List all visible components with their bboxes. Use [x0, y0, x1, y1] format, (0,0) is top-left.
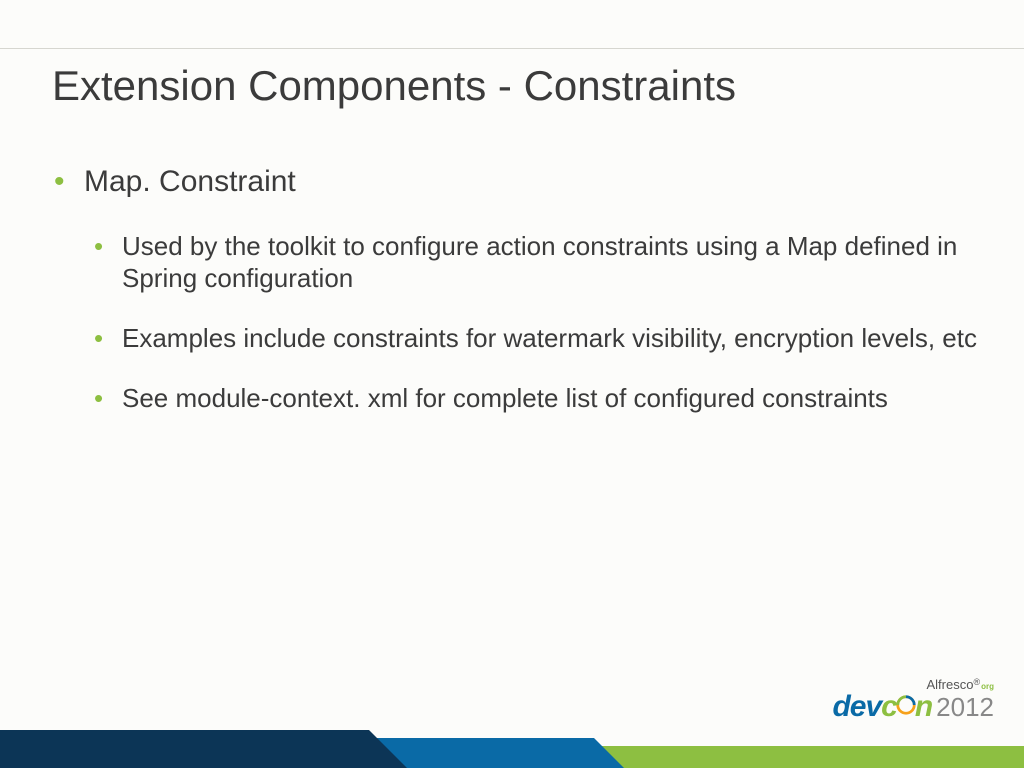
bullet-text: Map. Constraint [84, 164, 296, 200]
footer-bar-navy [0, 730, 369, 768]
logo-dev-text: dev [832, 690, 881, 724]
devcon-logo: devcn 2012 [832, 690, 994, 724]
logo-year: 2012 [936, 692, 994, 723]
content-area: • Map. Constraint • Used by the toolkit … [54, 164, 984, 442]
footer-logo: Alfresco®org devcn 2012 [832, 677, 994, 724]
bullet-level2: • See module-context. xml for complete l… [94, 382, 984, 414]
bullet-text: See module-context. xml for complete lis… [122, 382, 888, 414]
bullet-icon: • [94, 230, 122, 294]
footer-band [0, 722, 1024, 768]
bullet-level1: • Map. Constraint [54, 164, 984, 200]
bullet-icon: • [94, 322, 122, 354]
bullet-text: Examples include constraints for waterma… [122, 322, 977, 354]
bullet-text: Used by the toolkit to configure action … [122, 230, 984, 294]
slide: Extension Components - Constraints • Map… [0, 0, 1024, 768]
bullet-level2: • Used by the toolkit to configure actio… [94, 230, 984, 294]
brand-name: Alfresco [927, 677, 974, 692]
bullet-icon: • [54, 164, 84, 200]
bullet-icon: • [94, 382, 122, 414]
brand-tag: org [981, 682, 994, 691]
bullet-level2: • Examples include constraints for water… [94, 322, 984, 354]
slide-title: Extension Components - Constraints [52, 62, 736, 110]
sub-bullets: • Used by the toolkit to configure actio… [94, 230, 984, 414]
logo-con-text2: n [915, 690, 932, 724]
swirl-icon [895, 690, 917, 712]
devcon-wordmark: devcn [832, 690, 932, 724]
registered-icon: ® [973, 677, 980, 687]
top-divider [0, 48, 1024, 49]
